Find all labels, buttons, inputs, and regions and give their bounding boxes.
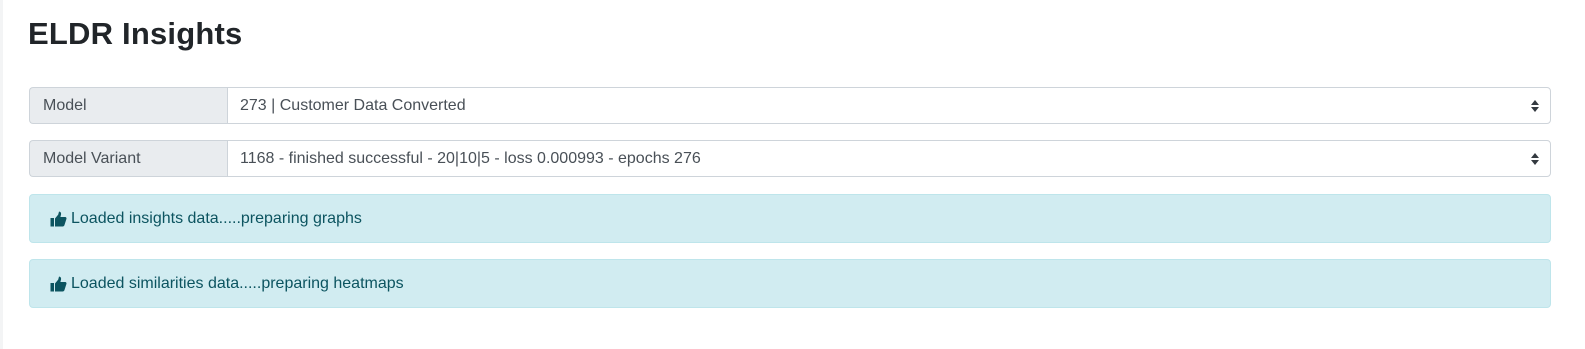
thumbs-up-icon [50,211,67,226]
select-arrows-icon [1528,151,1542,167]
model-select-value: 273 | Customer Data Converted [240,96,466,114]
similarities-alert: Loaded similarities data.....preparing h… [29,259,1551,308]
page: ELDR Insights Model 273 | Customer Data … [0,0,1585,349]
variant-select-value: 1168 - finished successful - 20|10|5 - l… [240,149,701,167]
thumbs-up-icon [50,276,67,291]
variant-select[interactable]: 1168 - finished successful - 20|10|5 - l… [227,140,1551,177]
insights-alert-text: Loaded insights data.....preparing graph… [71,209,362,227]
variant-select-group: Model Variant 1168 - finished successful… [29,140,1551,177]
variant-label: Model Variant [29,140,227,177]
select-arrows-icon [1528,98,1542,114]
model-label: Model [29,87,227,124]
insights-alert: Loaded insights data.....preparing graph… [29,194,1551,243]
model-select-group: Model 273 | Customer Data Converted [29,87,1551,124]
similarities-alert-text: Loaded similarities data.....preparing h… [71,274,404,292]
model-select[interactable]: 273 | Customer Data Converted [227,87,1551,124]
page-title: ELDR Insights [28,16,243,51]
